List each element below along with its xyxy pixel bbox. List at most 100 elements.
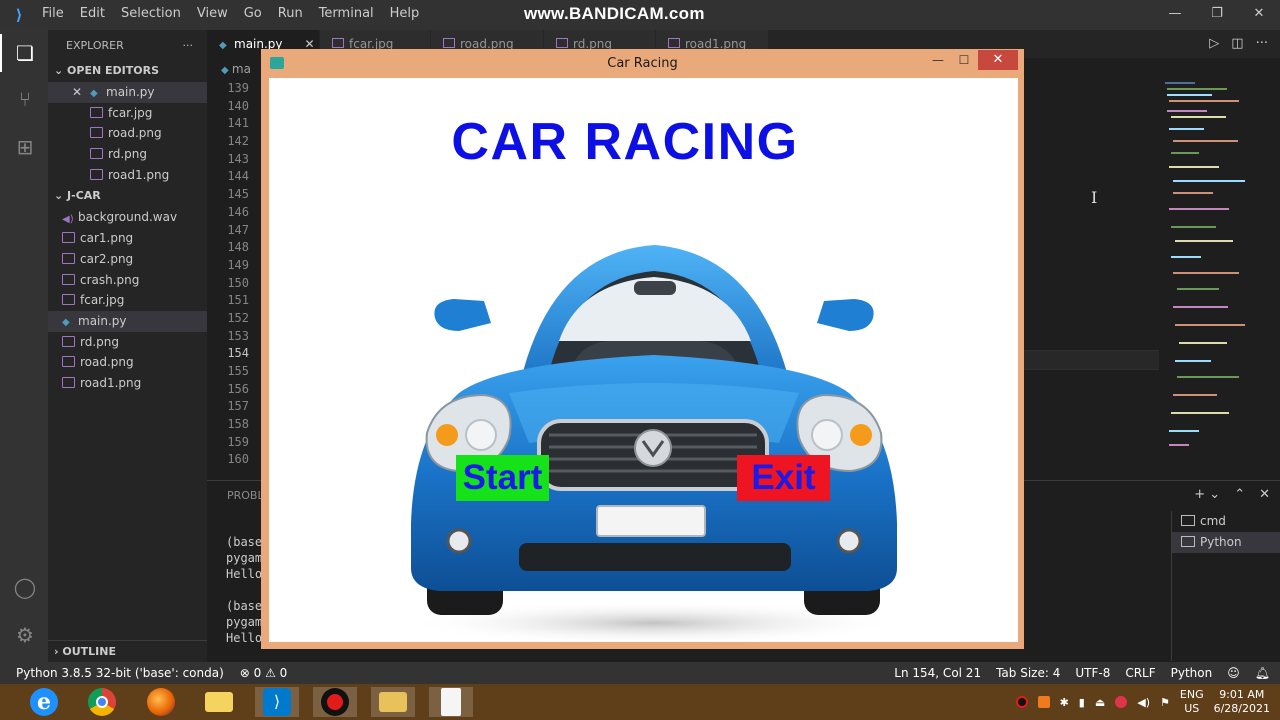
line-number: 159 xyxy=(227,434,249,449)
split-editor-icon[interactable]: ◫ xyxy=(1231,36,1243,51)
menu-go[interactable]: Go xyxy=(236,0,270,30)
start-button[interactable]: Start xyxy=(456,455,549,501)
breadcrumb[interactable]: ◆ ma xyxy=(207,58,251,80)
notifications-bell-icon[interactable]: 🔔︎ xyxy=(1255,662,1270,684)
open-editor-road-png[interactable]: road.png xyxy=(48,123,207,144)
menu-selection[interactable]: Selection xyxy=(113,0,189,30)
terminal-item-cmd[interactable]: cmd xyxy=(1172,511,1280,532)
explorer-icon[interactable]: ❏ xyxy=(0,34,38,72)
file-fcar-jpg[interactable]: fcar.jpg xyxy=(48,290,207,311)
close-icon[interactable]: ✕ xyxy=(72,82,82,103)
text-cursor-icon: I xyxy=(1091,188,1098,207)
firefox-icon[interactable] xyxy=(139,687,183,717)
line-number: 142 xyxy=(227,134,249,149)
open-editors-header[interactable]: ⌄ OPEN EDITORS xyxy=(48,60,207,82)
internet-explorer-icon[interactable]: e xyxy=(22,687,66,717)
menu-run[interactable]: Run xyxy=(270,0,311,30)
open-editor-fcar-jpg[interactable]: fcar.jpg xyxy=(48,103,207,124)
current-line-highlight xyxy=(1024,350,1159,370)
file-explorer-icon[interactable] xyxy=(197,687,241,717)
line-ending[interactable]: CRLF xyxy=(1125,662,1155,684)
image-file-icon xyxy=(443,38,455,48)
window-controls: — ❐ ✕ xyxy=(1154,0,1280,30)
open-editor-road1-png[interactable]: road1.png xyxy=(48,165,207,186)
terminal-line: pygam xyxy=(226,615,263,629)
maximize-panel-icon[interactable]: ⌃ xyxy=(1234,487,1245,502)
menu-terminal[interactable]: Terminal xyxy=(311,0,382,30)
line-number: 158 xyxy=(227,417,249,432)
close-panel-icon[interactable]: ✕ xyxy=(1259,487,1270,502)
file-background-wav[interactable]: ◀) background.wav xyxy=(48,207,207,228)
settings-gear-icon[interactable]: ⚙ xyxy=(12,622,38,648)
feedback-icon[interactable]: ☺ xyxy=(1227,662,1240,684)
flag-icon[interactable]: ⚑ xyxy=(1160,696,1170,709)
outline-section[interactable]: › OUTLINE xyxy=(48,640,207,662)
project-folder-header[interactable]: ⌄ J-CAR xyxy=(48,185,207,207)
bluetooth-icon[interactable]: ✱ xyxy=(1060,696,1069,709)
problems-count[interactable]: ⊗ 0 ⚠ 0 xyxy=(240,662,288,684)
tab-size[interactable]: Tab Size: 4 xyxy=(996,662,1060,684)
terminal-line: pygam xyxy=(226,551,263,565)
menu-view[interactable]: View xyxy=(189,0,236,30)
tab-problems[interactable]: PROBL xyxy=(227,489,264,502)
python-interpreter[interactable]: Python 3.8.5 32-bit ('base': conda) xyxy=(16,662,224,684)
file-main-py[interactable]: ◆ main.py xyxy=(48,310,207,332)
recording-watermark: www.BANDICAM.com xyxy=(524,4,705,23)
tray-app-icon[interactable] xyxy=(1037,696,1050,708)
line-number: 147 xyxy=(227,222,249,237)
terminal-item-python[interactable]: Python xyxy=(1172,532,1280,553)
file-road1-png[interactable]: road1.png xyxy=(48,373,207,394)
source-control-icon[interactable]: ⑂ xyxy=(12,86,38,112)
battery-icon[interactable]: ▮ xyxy=(1079,696,1085,709)
game-canvas[interactable]: CAR RACING Start Exit xyxy=(269,78,1018,642)
run-icon[interactable]: ▷ xyxy=(1209,36,1219,51)
file-road-png[interactable]: road.png xyxy=(48,352,207,373)
system-clock[interactable]: 9:01 AM 6/28/2021 xyxy=(1214,688,1270,716)
account-icon[interactable]: ◯ xyxy=(12,574,38,600)
chrome-icon[interactable] xyxy=(80,687,124,717)
menu-edit[interactable]: Edit xyxy=(72,0,113,30)
vscode-taskbar-icon[interactable]: ⟩ xyxy=(255,687,299,717)
open-editor-main-py[interactable]: ✕ ◆ main.py xyxy=(48,82,207,103)
file-car2-png[interactable]: car2.png xyxy=(48,249,207,270)
bandicam-record-icon[interactable] xyxy=(313,687,357,717)
close-icon[interactable]: ✕ xyxy=(978,50,1018,70)
exit-button[interactable]: Exit xyxy=(737,455,830,501)
add-terminal-icon[interactable]: + ⌄ xyxy=(1194,487,1220,502)
maximize-icon[interactable]: ❐ xyxy=(1196,0,1238,30)
open-editor-rd-png[interactable]: rd.png xyxy=(48,144,207,165)
file-car1-png[interactable]: car1.png xyxy=(48,228,207,249)
menu-file[interactable]: File xyxy=(34,0,72,30)
game-heading: CAR RACING xyxy=(451,113,799,171)
antivirus-icon[interactable] xyxy=(1115,696,1128,708)
line-number: 144 xyxy=(227,169,249,184)
extensions-icon[interactable]: ⊞ xyxy=(12,134,38,160)
language-mode[interactable]: Python xyxy=(1171,662,1213,684)
minimap[interactable] xyxy=(1165,80,1275,460)
blue-car-image xyxy=(404,245,904,642)
explorer-title: EXPLORER xyxy=(66,38,124,52)
cursor-position[interactable]: Ln 154, Col 21 xyxy=(894,662,981,684)
document-icon[interactable] xyxy=(429,687,473,717)
line-number: 140 xyxy=(227,98,249,113)
image-file-icon xyxy=(62,335,75,347)
input-language[interactable]: ENG US xyxy=(1180,688,1204,716)
minimize-icon[interactable]: — xyxy=(1154,0,1196,30)
record-status-icon[interactable] xyxy=(1015,696,1028,708)
menu-help[interactable]: Help xyxy=(382,0,428,30)
maximize-icon[interactable]: ☐ xyxy=(953,51,975,71)
file-encoding[interactable]: UTF-8 xyxy=(1075,662,1110,684)
game-window-titlebar[interactable]: Car Racing — ☐ ✕ xyxy=(261,49,1024,77)
file-rd-png[interactable]: rd.png xyxy=(48,332,207,353)
python-file-icon: ◆ xyxy=(219,40,227,51)
usb-icon[interactable]: ⏏ xyxy=(1095,696,1105,709)
line-number-gutter: 139 140 141 142 143 144 145 146 147 148 … xyxy=(207,80,249,469)
folder-icon[interactable] xyxy=(371,687,415,717)
minimize-icon[interactable]: — xyxy=(927,51,949,71)
volume-icon[interactable]: ◀) xyxy=(1137,696,1150,709)
close-icon[interactable]: ✕ xyxy=(1238,0,1280,30)
more-actions-icon[interactable]: ··· xyxy=(183,39,194,52)
more-actions-icon[interactable]: ··· xyxy=(1256,36,1268,51)
terminal-line: (base xyxy=(226,535,263,549)
file-crash-png[interactable]: crash.png xyxy=(48,270,207,291)
